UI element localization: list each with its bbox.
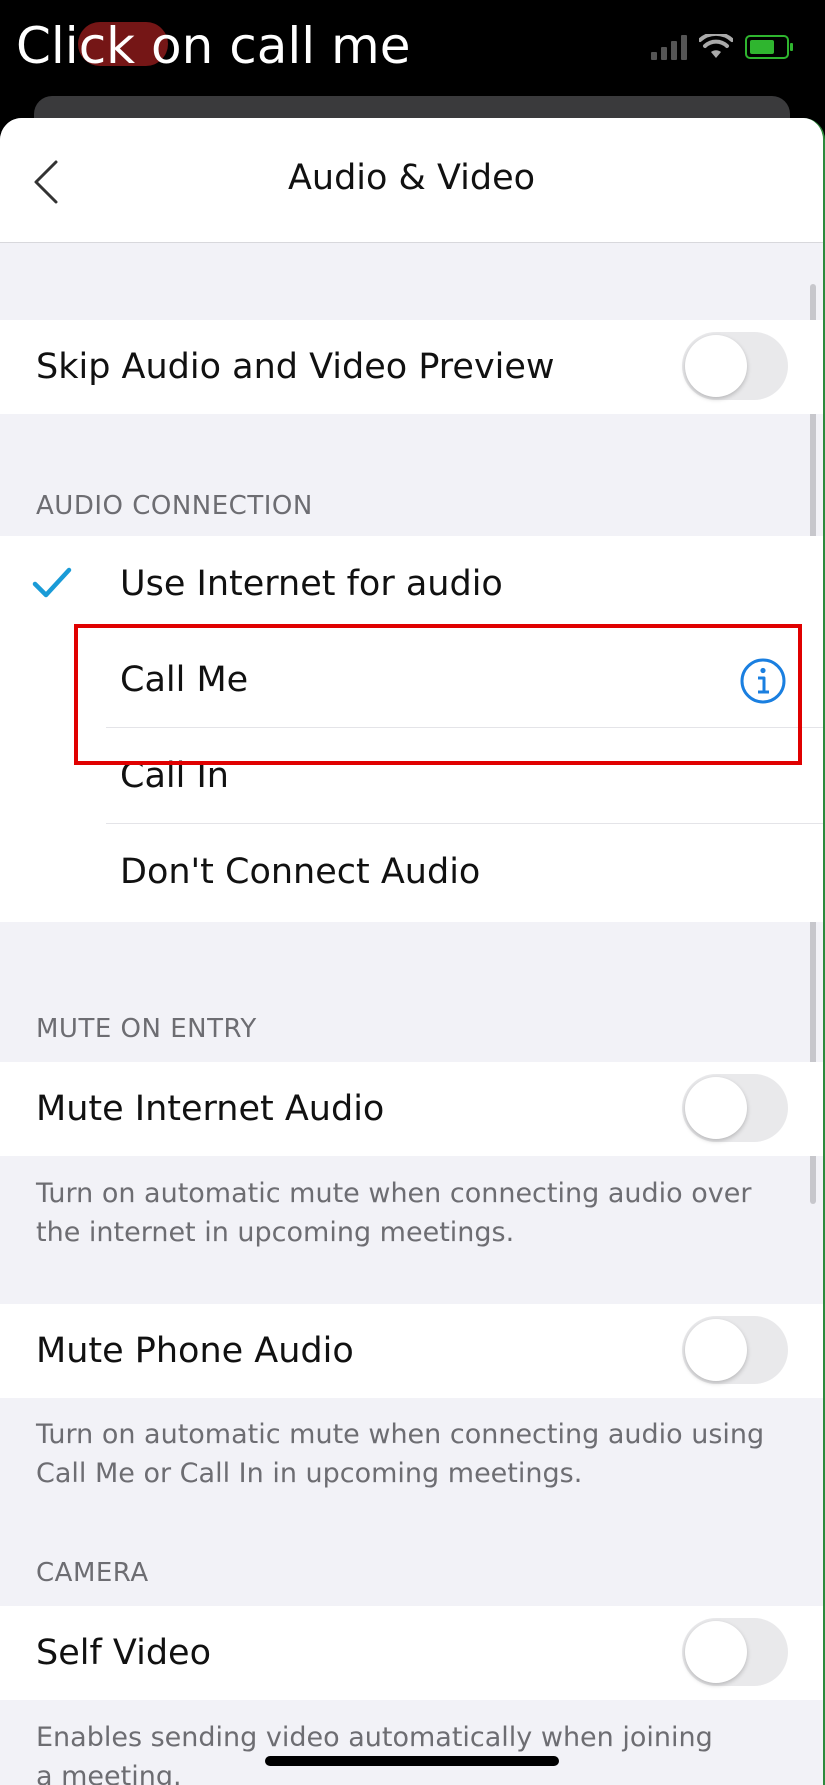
self-video-label: Self Video <box>36 1633 211 1673</box>
self-video-toggle[interactable] <box>682 1618 788 1686</box>
option-label: Use Internet for audio <box>120 564 503 604</box>
instruction-caption: Click on call me <box>16 17 411 75</box>
self-video-description: Enables sending video automatically when… <box>36 1722 713 1785</box>
mute-internet-toggle[interactable] <box>682 1074 788 1142</box>
skip-preview-label: Skip Audio and Video Preview <box>36 347 555 387</box>
mute-internet-row: Mute Internet Audio <box>0 1062 823 1156</box>
option-dont-connect-audio[interactable]: Don't Connect Audio <box>0 824 823 920</box>
mute-internet-label: Mute Internet Audio <box>36 1089 385 1129</box>
signal-icon <box>651 34 687 60</box>
option-use-internet[interactable]: Use Internet for audio <box>0 536 823 632</box>
page-title: Audio & Video <box>287 158 536 198</box>
mute-phone-description: Turn on automatic mute when connecting a… <box>36 1419 765 1489</box>
home-indicator[interactable] <box>265 1756 559 1766</box>
navigation-bar: Audio & Video <box>0 118 823 243</box>
settings-sheet: Audio & Video Skip Audio and Video Previ… <box>0 118 825 1785</box>
checkmark-icon <box>32 567 72 598</box>
call-me-highlight-box <box>74 624 802 765</box>
status-icons <box>651 34 793 60</box>
camera-header: CAMERA <box>36 1558 149 1588</box>
mute-on-entry-header: MUTE ON ENTRY <box>36 1014 257 1044</box>
self-video-row: Self Video <box>0 1606 823 1700</box>
mute-phone-label: Mute Phone Audio <box>36 1331 354 1371</box>
mute-phone-row: Mute Phone Audio <box>0 1304 823 1398</box>
mute-phone-toggle[interactable] <box>682 1316 788 1384</box>
audio-connection-header: AUDIO CONNECTION <box>36 491 313 521</box>
skip-preview-toggle[interactable] <box>682 332 788 400</box>
option-label: Don't Connect Audio <box>120 852 481 892</box>
mute-internet-description: Turn on automatic mute when connecting a… <box>36 1178 752 1248</box>
skip-preview-row: Skip Audio and Video Preview <box>0 320 823 414</box>
battery-charging-icon <box>745 35 793 59</box>
wifi-icon <box>699 34 733 58</box>
